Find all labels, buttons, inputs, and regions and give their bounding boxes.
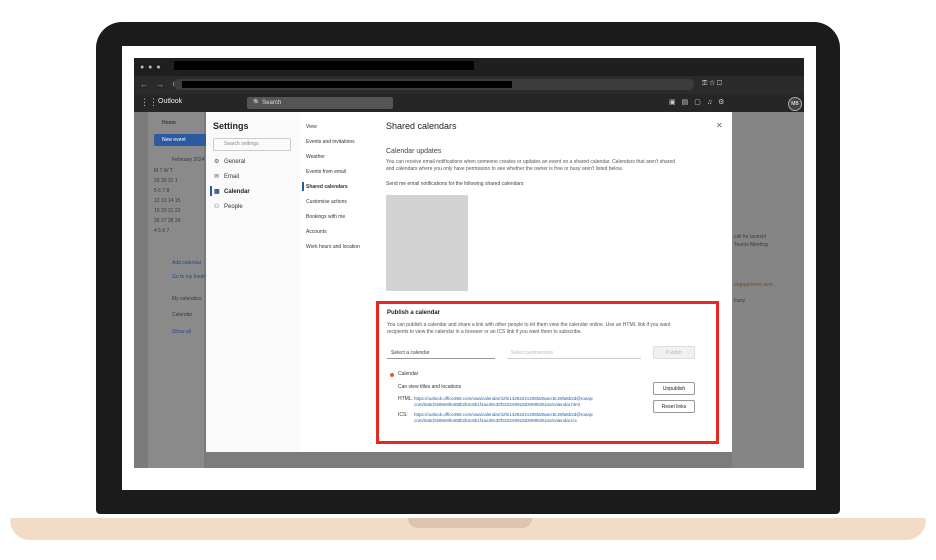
settings-search-input[interactable]: Search settings xyxy=(213,138,291,151)
search-box[interactable]: 🔍 Search xyxy=(247,97,393,109)
laptop-notch xyxy=(408,518,532,528)
home-tab[interactable]: Home xyxy=(162,120,176,126)
html-label: HTML: xyxy=(398,396,413,402)
mini-calendar[interactable]: M T W T 29 30 31 15 6 7 8 12 13 14 15 19 20… xyxy=(154,166,202,240)
mail-icon: ✉ xyxy=(214,174,220,180)
shared-calendars-list xyxy=(386,195,468,291)
redacted-url xyxy=(182,81,512,88)
publish-heading: Publish a calendar xyxy=(387,310,441,316)
month-label[interactable]: February 2024 xyxy=(172,157,205,163)
app-rail xyxy=(134,112,148,468)
close-icon[interactable]: ✕ xyxy=(716,121,723,130)
sub-view[interactable]: View xyxy=(306,124,317,130)
sub-events-invitations[interactable]: Events and invitations xyxy=(306,139,355,145)
sub-accounts[interactable]: Accounts xyxy=(306,229,327,235)
ics-link[interactable]: com/0a0d1908e9fe408b2b2c8b1f4ae38c30f315… xyxy=(414,418,577,424)
reset-links-button[interactable]: Reset links xyxy=(653,400,695,413)
outlook-header: ⋮⋮ Outlook 🔍 Search ▣▤▢♫⚙ MB xyxy=(134,94,804,112)
header-icons[interactable]: ▣▤▢♫⚙ xyxy=(669,98,730,106)
event-snippet: engagement ever... xyxy=(734,282,777,288)
ics-label: ICS: xyxy=(398,412,408,418)
sub-work-hours[interactable]: Work hours and location xyxy=(306,244,360,250)
html-link[interactable]: com/0a0d1908e9fe408b2b2c8b1f4ae38c30f315… xyxy=(414,402,580,408)
background-right-panel: call for launch! Teams Meeting engagemen… xyxy=(732,112,804,468)
event-snippet: Irany xyxy=(734,298,746,304)
publish-desc: recipients to view the calendar in a bro… xyxy=(387,329,582,335)
sub-customise-actions[interactable]: Customise actions xyxy=(306,199,347,205)
app-launcher-icon[interactable]: ⋮⋮ xyxy=(140,97,158,108)
active-indicator xyxy=(302,182,304,191)
event-snippet: Teams Meeting xyxy=(734,242,768,248)
chevron-down-icon: ⌄ xyxy=(391,350,396,356)
people-icon: ⚇ xyxy=(214,204,220,210)
category-general[interactable]: ⚙ General xyxy=(214,158,245,165)
calendar-color-dot xyxy=(390,373,394,377)
updates-text: You can receive email notifications when… xyxy=(386,159,676,165)
unpublish-button[interactable]: Unpublish xyxy=(653,382,695,395)
my-calendars-heading[interactable]: My calendars xyxy=(172,296,202,302)
sub-shared-calendars[interactable]: Shared calendars xyxy=(306,184,348,190)
app-title: Outlook xyxy=(158,98,183,105)
category-people[interactable]: ⚇ People xyxy=(214,203,243,210)
sub-bookings-with-me[interactable]: Bookings with me xyxy=(306,214,345,220)
publish-button[interactable]: Publish xyxy=(653,346,695,359)
toolbar-icons[interactable]: ⚿ ☆ ▢ xyxy=(702,80,722,88)
select-calendar-dropdown[interactable]: Select a calendar ⌄ xyxy=(387,347,495,359)
new-event-button[interactable]: New event xyxy=(154,134,206,146)
category-calendar[interactable]: ▦ Calendar xyxy=(214,188,250,195)
sub-weather[interactable]: Weather xyxy=(306,154,325,160)
tab-strip: ● ● ● xyxy=(134,58,804,76)
send-me-text: Send me email notifications for the foll… xyxy=(386,181,525,187)
search-placeholder: 🔍 Search xyxy=(253,100,282,106)
calendar-updates-heading: Calendar updates xyxy=(386,148,442,155)
show-all-link[interactable]: Show all xyxy=(172,329,191,335)
calendar-icon: ▦ xyxy=(214,189,220,195)
settings-title: Settings xyxy=(213,121,249,131)
permission-text: Can view titles and locations xyxy=(398,384,462,390)
add-calendar-link[interactable]: Add calendar xyxy=(172,260,201,266)
active-indicator xyxy=(210,186,212,196)
window-controls[interactable]: ● ● ● xyxy=(140,64,162,71)
gear-icon: ⚙ xyxy=(214,159,220,165)
sub-events-from-email[interactable]: Events from email xyxy=(306,169,346,175)
redacted-tabs xyxy=(174,61,474,70)
avatar[interactable]: MB xyxy=(788,97,802,111)
address-toolbar: ← → ⟳ ⚿ ☆ ▢ xyxy=(134,76,804,94)
updates-text: and calendars where you only have permis… xyxy=(386,166,623,172)
category-email[interactable]: ✉ Email xyxy=(214,173,239,180)
chevron-down-icon: ⌄ xyxy=(511,350,516,356)
background-calendar-grid xyxy=(206,452,732,468)
calendar-item[interactable]: Calendar xyxy=(172,312,192,318)
address-bar[interactable] xyxy=(174,79,694,90)
select-permissions-dropdown[interactable]: Select permissions ⌄ xyxy=(507,347,641,359)
pane-title: Shared calendars xyxy=(386,121,457,131)
published-calendar-name: Calendar xyxy=(398,371,419,377)
publish-desc: You can publish a calendar and share a l… xyxy=(387,322,671,328)
event-snippet: call for launch! xyxy=(734,234,767,240)
